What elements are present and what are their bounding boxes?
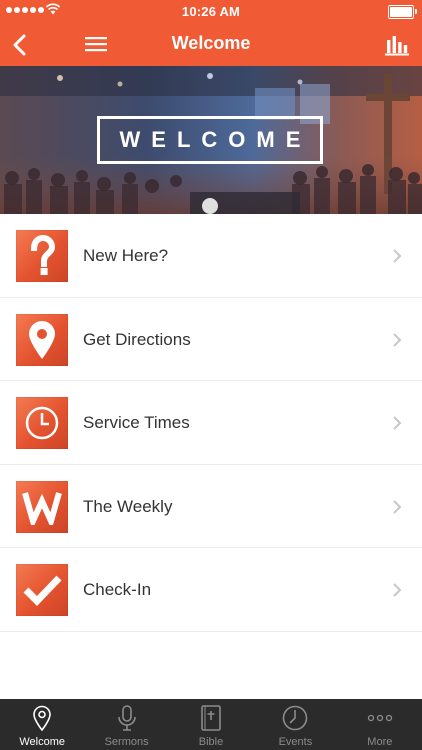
welcome-frame: WELCOME <box>97 116 323 164</box>
page-title: Welcome <box>171 33 251 53</box>
welcome-banner: WELCOME <box>0 66 422 214</box>
clock-icon <box>283 705 308 731</box>
tab-label: Sermons <box>104 736 149 748</box>
battery-icon <box>388 5 417 19</box>
tab-label: Events <box>278 736 313 748</box>
tab-welcome[interactable]: Welcome <box>0 699 84 750</box>
list-item-label: Service Times <box>83 413 190 433</box>
tab-events[interactable]: Events <box>253 699 337 750</box>
question-icon <box>16 230 68 282</box>
tab-label: Bible <box>198 736 224 748</box>
app-header: 10:26 AM Welcome <box>0 0 422 66</box>
chevron-right-icon <box>393 332 402 347</box>
status-time: 10:26 AM <box>181 4 241 19</box>
more-icon <box>367 714 392 722</box>
navigation-bar: Welcome <box>0 22 422 66</box>
list-item-label: The Weekly <box>83 496 173 516</box>
banner-title: WELCOME <box>119 127 312 152</box>
map-pin-icon <box>16 313 68 366</box>
bible-icon <box>201 705 221 731</box>
list-item-label: Get Directions <box>83 329 191 349</box>
back-icon[interactable] <box>6 30 36 60</box>
hamburger-menu-icon[interactable] <box>82 31 110 57</box>
bar-chart-icon[interactable] <box>384 30 410 58</box>
chevron-right-icon <box>393 500 402 514</box>
tab-more[interactable]: More <box>338 699 422 750</box>
checkmark-icon <box>16 564 68 617</box>
status-bar: 10:26 AM <box>0 0 422 22</box>
tab-label: More <box>367 736 393 748</box>
tab-bar: Welcome Sermons Bible Events More <box>0 699 422 750</box>
microphone-icon <box>117 705 136 731</box>
map-pin-icon <box>33 705 52 732</box>
tab-label: Welcome <box>19 736 66 748</box>
list-item-check-in[interactable]: Check-In <box>0 548 422 632</box>
tab-bible[interactable]: Bible <box>169 699 253 750</box>
list-item-label: Check-In <box>83 580 152 600</box>
list-item-service-times[interactable]: Service Times <box>0 381 422 465</box>
chevron-right-icon <box>393 583 402 598</box>
chevron-right-icon <box>393 249 402 263</box>
clock-icon <box>16 397 68 450</box>
w-letter-icon <box>16 480 68 533</box>
list-item-get-directions[interactable]: Get Directions <box>0 297 422 382</box>
welcome-menu-list: New Here? Get Directions Service Times T… <box>0 214 422 632</box>
list-item-the-weekly[interactable]: The Weekly <box>0 464 422 549</box>
list-item-label: New Here? <box>83 246 169 265</box>
tab-sermons[interactable]: Sermons <box>84 699 168 750</box>
chevron-right-icon <box>393 416 402 430</box>
list-item-new-here[interactable]: New Here? <box>0 214 422 298</box>
